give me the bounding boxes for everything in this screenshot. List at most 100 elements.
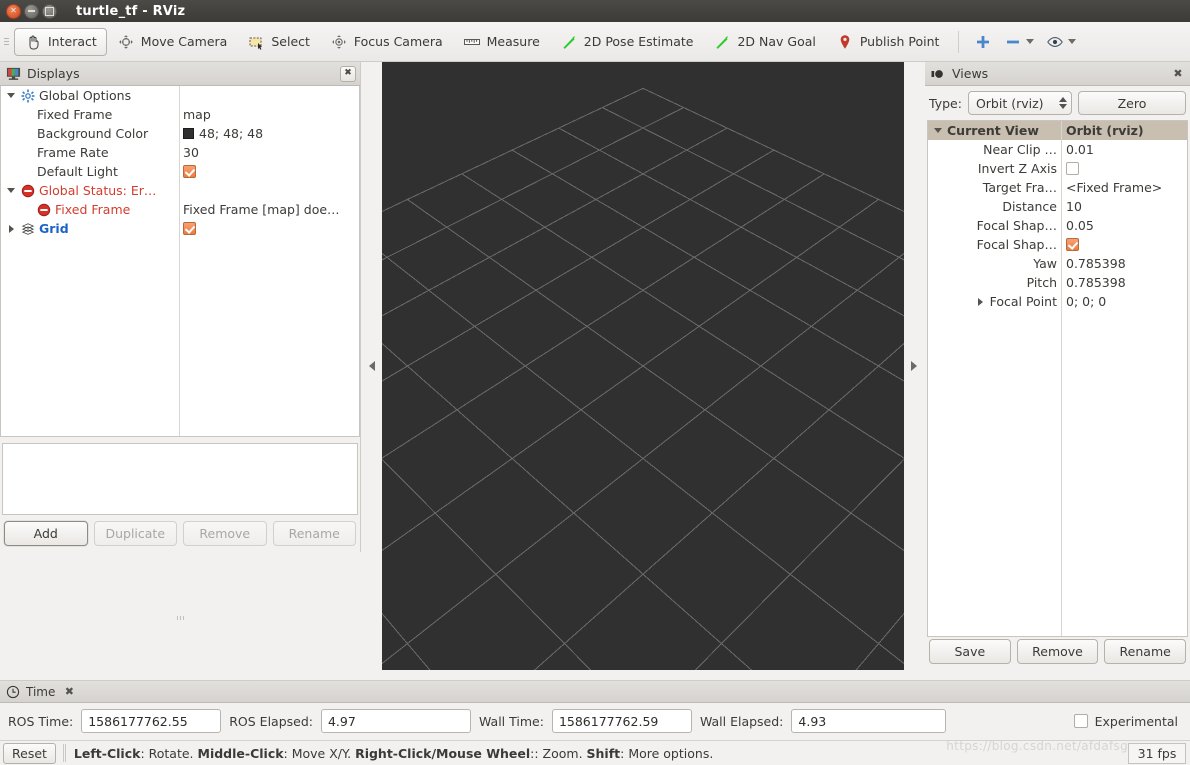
views-property-row[interactable]: Focal Shap… 0.05 [928,216,1187,235]
tool-select[interactable]: Select [237,28,320,56]
left-dock-collapse-handle[interactable] [362,62,382,670]
window-close-button[interactable] [6,3,21,19]
display-row[interactable]: Fixed Frame Fixed Frame [map] doe… [1,200,359,219]
chevron-down-icon[interactable] [1026,39,1035,44]
add-display-button[interactable]: Add [4,521,88,546]
views-row-value-cell[interactable]: 0.01 [1061,142,1187,157]
views-row-value-cell[interactable] [1061,238,1187,251]
tree-expand-arrow-closed-icon[interactable] [975,296,987,308]
display-row[interactable]: Background Color 48; 48; 48 [1,124,359,143]
views-row-value-cell[interactable]: 0.785398 [1061,275,1187,290]
display-row[interactable]: Global Status: Er… [1,181,359,200]
visibility-button[interactable] [1040,28,1082,56]
tree-expand-arrow-open-icon[interactable] [5,90,17,102]
tree-no-arrow [968,144,980,156]
ros-time-input[interactable]: 1586177762.55 [81,709,222,733]
experimental-checkbox[interactable] [1073,714,1088,728]
views-column-divider[interactable] [1061,121,1062,636]
views-header-row[interactable]: Current View Orbit (rviz) [928,121,1187,140]
displays-close-button[interactable]: ✖ [340,65,356,82]
views-property-row[interactable]: Near Clip … 0.01 [928,140,1187,159]
views-property-row[interactable]: Pitch 0.785398 [928,273,1187,292]
display-row-value-cell[interactable]: map [179,107,359,122]
display-row-value-cell[interactable]: 48; 48; 48 [179,126,359,141]
display-row[interactable]: Default Light [1,162,359,181]
panel-splitter-handle[interactable] [160,615,200,621]
save-view-button[interactable]: Save [929,639,1011,664]
hint-key: Right-Click/Mouse Wheel [355,745,531,761]
tool-2d-pose-estimate[interactable]: 2D Pose Estimate [550,28,704,56]
tool-move-camera[interactable]: Move Camera [107,28,238,56]
display-row[interactable]: Fixed Frame map [1,105,359,124]
displays-column-divider[interactable] [179,86,180,436]
wall-time-input[interactable]: 1586177762.59 [551,709,692,733]
checkbox-checked-icon[interactable] [1066,238,1079,251]
window-maximize-button[interactable] [42,3,57,19]
remove-tool-button[interactable] [998,28,1040,56]
tool-2d-nav-goal-label: 2D Nav Goal [737,34,816,49]
focus-camera-icon [332,34,346,49]
tool-measure[interactable]: Measure [453,28,550,56]
remove-display-button[interactable]: Remove [183,521,267,546]
display-row-name-cell: Frame Rate [1,145,179,160]
display-row-value: map [183,107,211,122]
views-row-value-cell[interactable]: 10 [1061,199,1187,214]
color-swatch[interactable] [183,128,194,139]
display-row-label: Background Color [37,126,149,141]
display-row[interactable]: Grid [1,219,359,238]
tool-interact[interactable]: Interact [14,27,107,56]
display-description-box [2,443,358,515]
checkbox-checked-icon[interactable] [183,222,196,235]
views-row-value-cell[interactable]: Orbit (rviz) [1061,123,1187,138]
view-type-select[interactable]: Orbit (rviz) [967,91,1072,115]
toolbar-drag-handle[interactable] [2,31,11,53]
display-row-value-cell[interactable]: Fixed Frame [map] doe… [179,202,359,217]
display-row-value-cell[interactable]: 30 [179,145,359,160]
wall-elapsed-input[interactable]: 4.93 [791,709,947,733]
hint-text: : More options. [620,745,714,761]
views-close-button[interactable]: ✖ [1170,66,1186,82]
display-row-name-cell: Fixed Frame [1,107,179,122]
display-row[interactable]: Global Options [1,86,359,105]
views-tree[interactable]: Current View Orbit (rviz) Near Clip … 0.01 I… [927,120,1188,637]
views-property-row[interactable]: Target Fra… <Fixed Frame> [928,178,1187,197]
rename-display-button[interactable]: Rename [272,521,356,546]
spinner-arrows-icon[interactable] [1059,97,1067,109]
views-row-value-cell[interactable]: 0.785398 [1061,256,1187,271]
views-row-value-cell[interactable]: <Fixed Frame> [1061,180,1187,195]
chevron-down-icon[interactable] [1068,39,1077,44]
views-property-row[interactable]: Focal Shap… [928,235,1187,254]
views-property-row[interactable]: Invert Z Axis [928,159,1187,178]
render-viewport-3d[interactable] [382,62,904,670]
tool-focus-camera[interactable]: Focus Camera [320,28,453,56]
window-minimize-button[interactable] [24,3,39,19]
views-row-value-cell[interactable]: 0; 0; 0 [1061,294,1187,309]
tool-publish-point[interactable]: Publish Point [826,28,950,56]
views-row-value-cell[interactable]: 0.05 [1061,218,1187,233]
displays-tree[interactable]: Global Options Fixed Frame map Background C… [0,86,360,437]
tree-expand-arrow-closed-icon[interactable] [5,223,17,235]
display-row-value-cell[interactable] [179,222,359,235]
views-property-row[interactable]: Distance 10 [928,197,1187,216]
tree-expand-arrow-open-icon[interactable] [5,185,17,197]
display-row-value-cell[interactable] [179,165,359,178]
add-tool-button[interactable] [968,28,998,56]
tool-2d-nav-goal[interactable]: 2D Nav Goal [703,28,825,56]
checkbox-checked-icon[interactable] [183,165,196,178]
right-dock-collapse-handle[interactable] [904,62,924,670]
tree-expand-arrow-open-icon[interactable] [932,125,944,137]
zero-button[interactable]: Zero [1078,91,1186,115]
remove-view-button[interactable]: Remove [1016,639,1099,664]
display-row[interactable]: Frame Rate 30 [1,143,359,162]
rename-view-button[interactable]: Rename [1104,639,1187,664]
views-property-row[interactable]: Focal Point 0; 0; 0 [928,292,1187,311]
ros-elapsed-input[interactable]: 4.97 [320,709,471,733]
views-property-row[interactable]: Yaw 0.785398 [928,254,1187,273]
reset-button[interactable]: Reset [3,742,56,764]
time-close-button[interactable]: ✖ [61,684,77,700]
experimental-toggle[interactable]: Experimental [1073,714,1184,729]
checkbox-unchecked-icon[interactable] [1066,162,1079,175]
duplicate-display-button[interactable]: Duplicate [93,521,177,546]
views-row-value-cell[interactable] [1061,162,1187,175]
hint-text: : Rotate. [140,745,198,761]
